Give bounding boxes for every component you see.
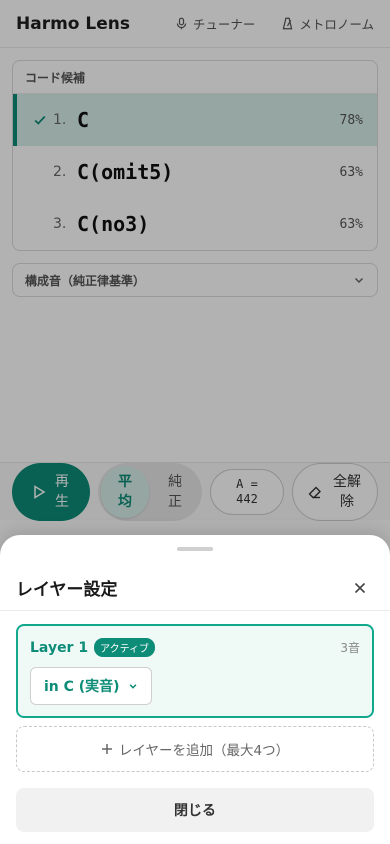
layer-settings-sheet: レイヤー設定 Layer 1 アクティブ 3音 in C (実音) レイヤーを追… [0, 535, 390, 844]
close-sheet-button[interactable]: 閉じる [16, 788, 374, 832]
active-badge: アクティブ [94, 638, 155, 657]
sheet-header: レイヤー設定 [0, 565, 390, 611]
close-sheet-label: 閉じる [174, 803, 216, 819]
note-count: 3音 [340, 641, 360, 655]
close-icon [354, 582, 366, 593]
close-button[interactable] [346, 574, 374, 602]
add-layer-button[interactable]: レイヤーを追加（最大4つ） [16, 726, 374, 772]
layer-card[interactable]: Layer 1 アクティブ 3音 in C (実音) [16, 624, 374, 718]
drag-handle[interactable] [177, 547, 213, 551]
plus-icon [101, 744, 112, 754]
chevron-down-icon [129, 684, 137, 689]
layer-name: Layer 1 [30, 639, 89, 656]
key-select-value: in C (実音) [44, 679, 120, 695]
key-select[interactable]: in C (実音) [30, 667, 152, 705]
sheet-title: レイヤー設定 [16, 580, 118, 600]
add-layer-label: レイヤーを追加（最大4つ） [118, 743, 290, 759]
